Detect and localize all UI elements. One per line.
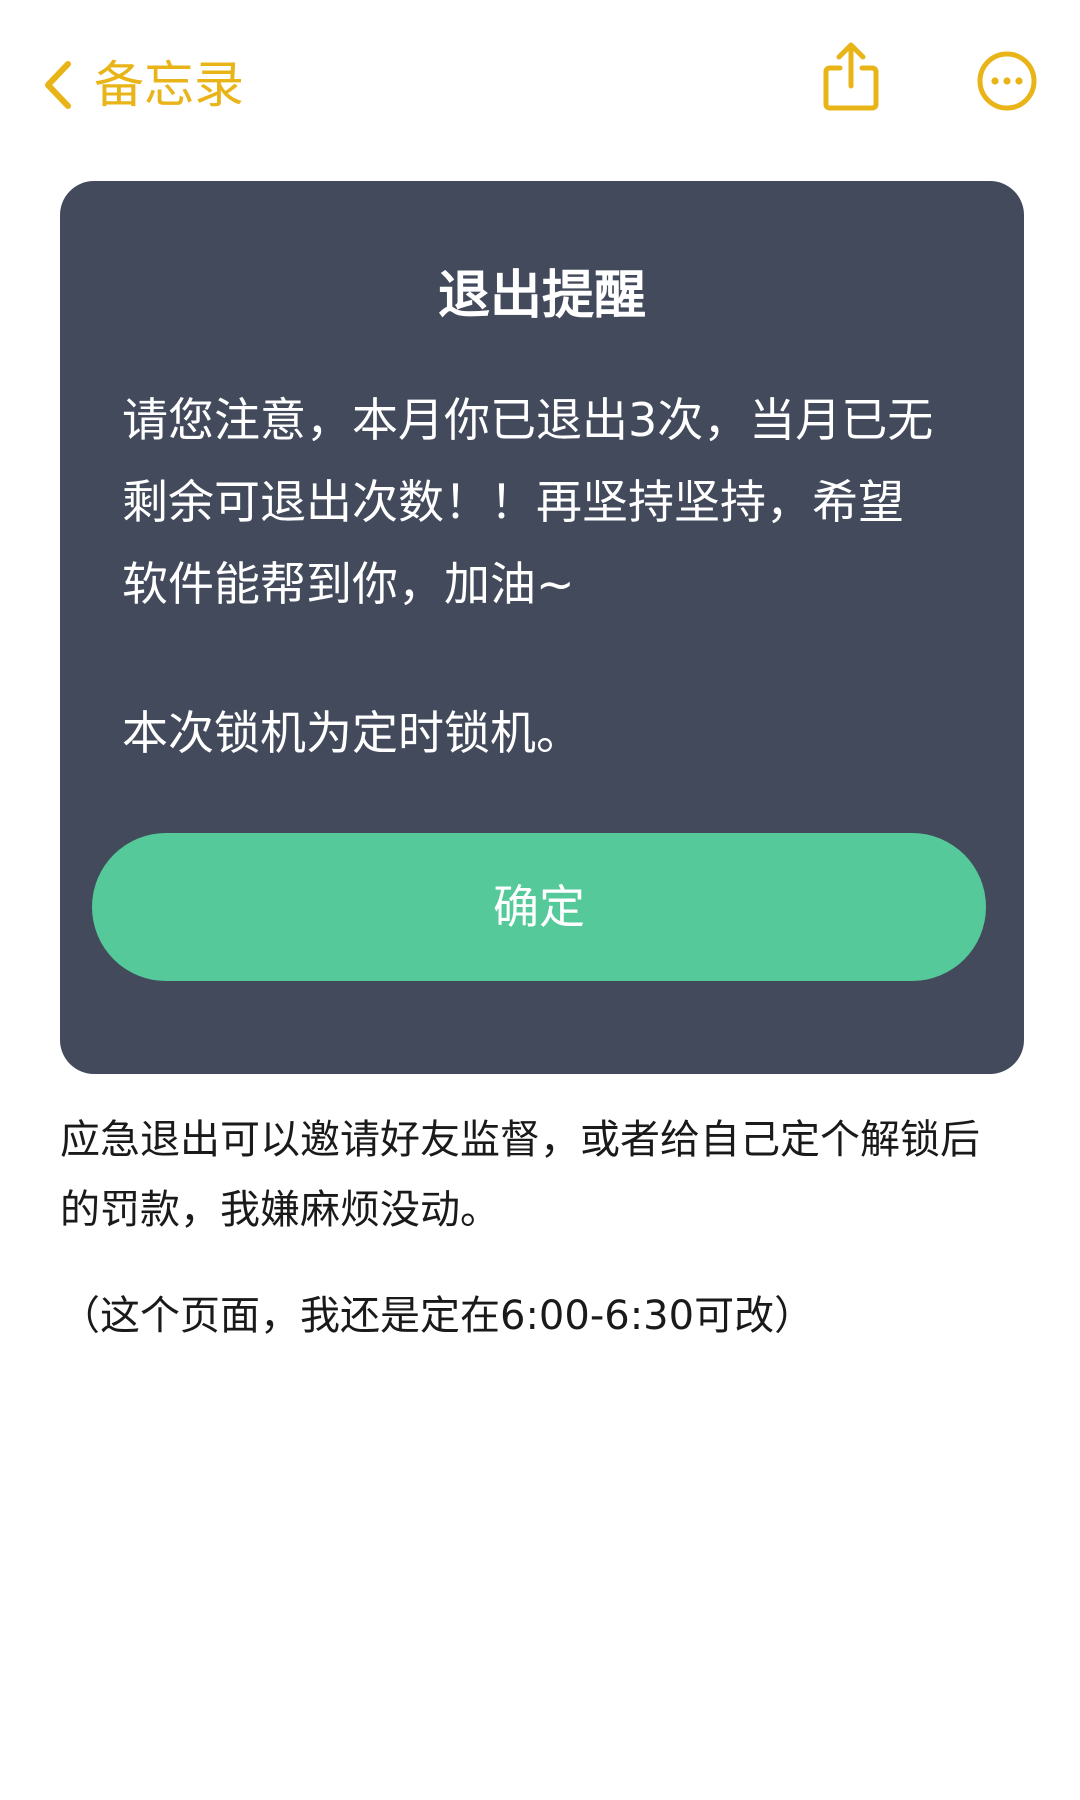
share-button[interactable] xyxy=(822,40,880,112)
navigation-bar: 备忘录 xyxy=(0,0,1080,170)
back-button[interactable]: 备忘录 xyxy=(44,50,244,120)
dialog-message: 请您注意，本月你已退出3次，当月已无 剩余可退出次数！！再坚持坚持，希望 软件能… xyxy=(122,379,972,774)
more-button[interactable] xyxy=(976,50,1038,112)
dialog-message-line: 软件能帮到你，加油~ xyxy=(122,557,575,611)
dialog-title: 退出提醒 xyxy=(437,266,646,326)
confirm-button[interactable]: 确定 xyxy=(92,833,986,981)
share-icon xyxy=(822,40,880,112)
note-paragraph: （这个页面，我还是定在6:00-6:30可改） xyxy=(60,1293,815,1339)
note-paragraph: 应急退出可以邀请好友监督，或者给自己定个解锁后 的罚款，我嫌麻烦没动。 xyxy=(60,1105,1030,1245)
dialog-message-line: 剩余可退出次数！！再坚持坚持，希望 xyxy=(122,475,904,529)
note-line: 应急退出可以邀请好友监督，或者给自己定个解锁后 xyxy=(60,1117,980,1163)
more-icon xyxy=(976,50,1038,112)
note-line: 的罚款，我嫌麻烦没动。 xyxy=(60,1187,500,1233)
exit-reminder-dialog: 退出提醒 请您注意，本月你已退出3次，当月已无 剩余可退出次数！！再坚持坚持，希… xyxy=(60,181,1024,1074)
chevron-left-icon xyxy=(44,60,72,110)
dialog-lock-type: 本次锁机为定时锁机。 xyxy=(122,706,582,760)
back-label: 备忘录 xyxy=(94,56,244,114)
dialog-message-line: 请您注意，本月你已退出3次，当月已无 xyxy=(122,393,934,447)
